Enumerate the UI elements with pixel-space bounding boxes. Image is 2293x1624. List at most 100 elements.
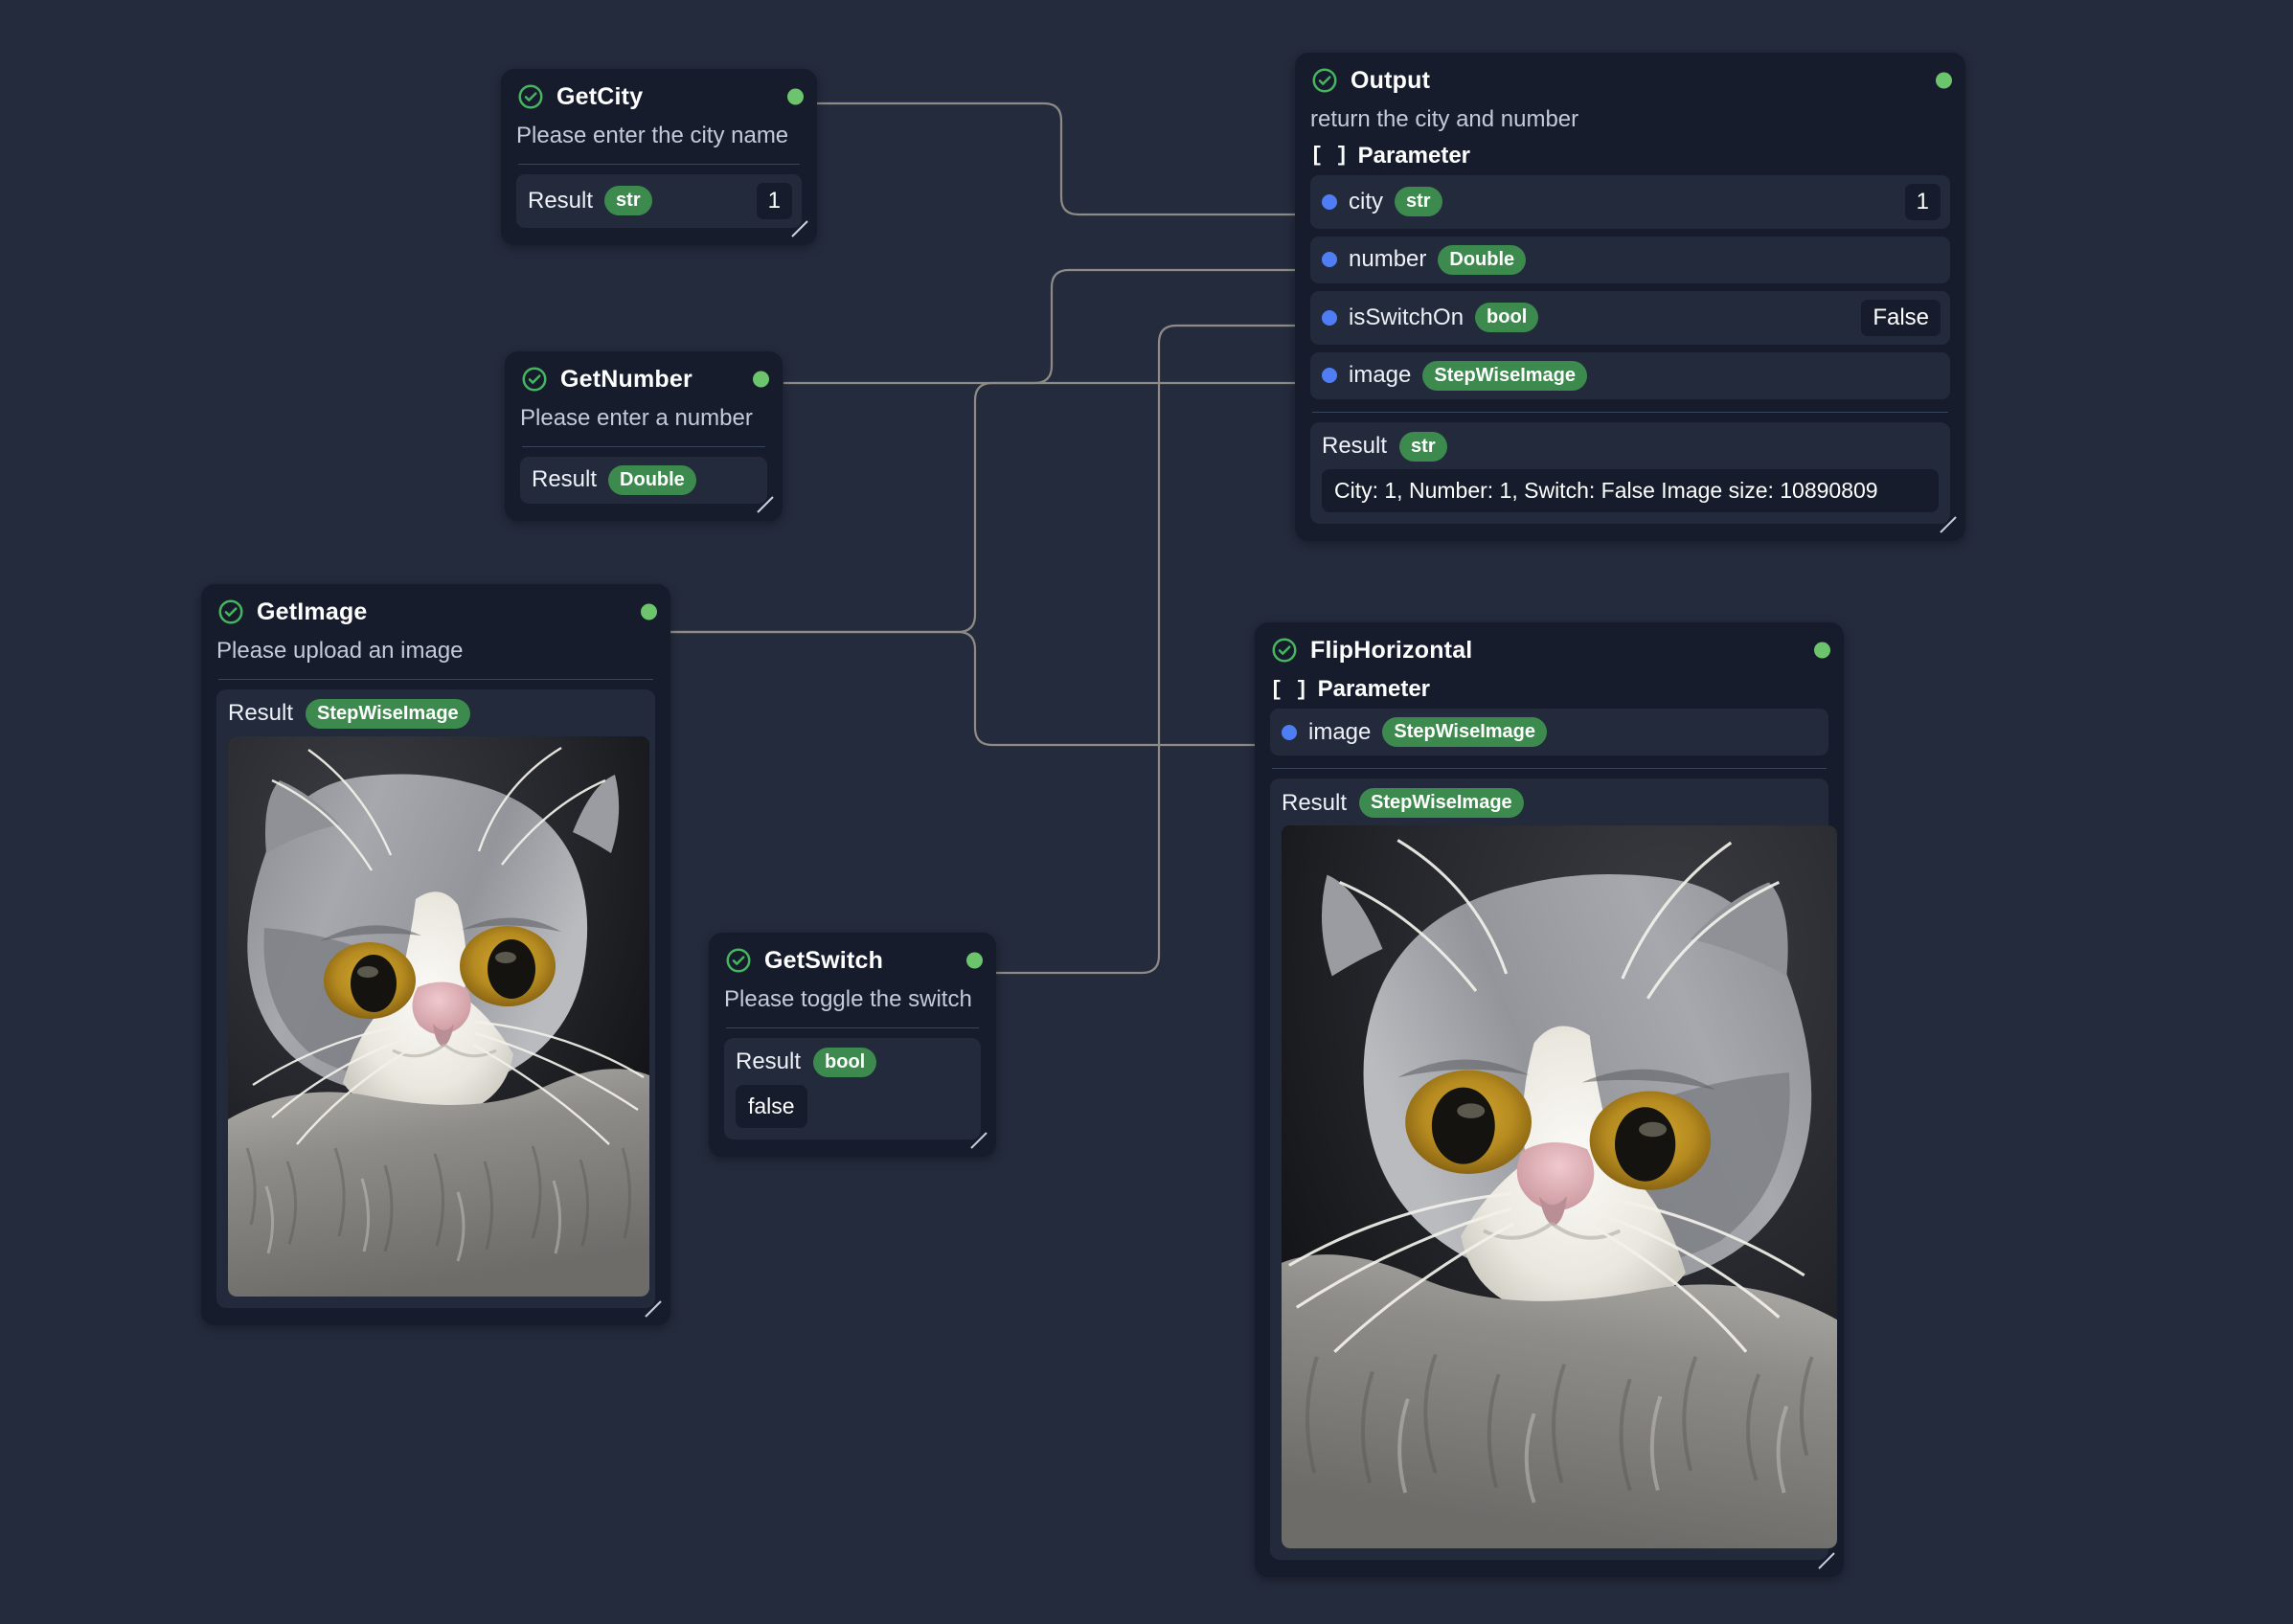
input-port-dot[interactable] — [1322, 193, 1337, 210]
node-description: Please enter the city name — [516, 123, 789, 148]
node-title: GetNumber — [560, 365, 692, 393]
parameter-row[interactable]: isSwitchOn bool False — [1310, 290, 1950, 345]
check-circle-icon — [726, 948, 751, 973]
parameter-section-header: [ ] Parameter — [1270, 676, 1828, 703]
output-port-dot[interactable] — [966, 952, 983, 969]
parameter-value: False — [1861, 299, 1941, 336]
result-value: false — [736, 1084, 807, 1128]
node-header: GetCity — [516, 82, 804, 111]
parameter-row[interactable]: city str 1 — [1310, 174, 1950, 229]
node-header: FlipHorizontal — [1270, 636, 1830, 665]
node-header: Output — [1310, 66, 1952, 95]
parameter-name: isSwitchOn — [1349, 304, 1464, 330]
divider — [218, 678, 653, 680]
result-header: Result bool — [736, 1047, 969, 1077]
output-port-dot[interactable] — [641, 603, 657, 620]
type-badge: StepWiseImage — [1359, 788, 1524, 818]
resize-grip-icon[interactable] — [968, 1130, 989, 1151]
resize-grip-icon[interactable] — [755, 494, 776, 515]
output-port-dot[interactable] — [753, 371, 769, 388]
parameter-row[interactable]: number Double — [1310, 236, 1950, 283]
resize-grip-icon[interactable] — [1938, 514, 1959, 535]
resize-grip-icon[interactable] — [1816, 1550, 1837, 1571]
result-row: Result StepWiseImage — [1270, 778, 1837, 1560]
node-title: GetSwitch — [764, 946, 884, 974]
check-circle-icon — [518, 84, 543, 109]
check-circle-icon — [1272, 638, 1297, 663]
node-description: return the city and number — [1310, 106, 1579, 132]
parameter-name: image — [1349, 362, 1412, 389]
parameter-label: Parameter — [1317, 676, 1431, 702]
check-circle-icon — [1312, 68, 1337, 93]
parameter-label: Parameter — [1357, 142, 1471, 169]
check-circle-icon — [522, 367, 547, 392]
result-image-preview[interactable] — [228, 735, 649, 1297]
result-header: Result StepWiseImage — [228, 698, 644, 729]
resize-grip-icon[interactable] — [789, 218, 810, 239]
input-port-dot[interactable] — [1322, 252, 1337, 268]
node-description: Please toggle the switch — [724, 986, 972, 1012]
result-value: 1 — [756, 182, 792, 219]
result-value: City: 1, Number: 1, Switch: False Image … — [1322, 468, 1939, 512]
result-row: Result str 1 — [516, 173, 802, 228]
type-badge: StepWiseImage — [1382, 717, 1548, 747]
input-port-dot[interactable] — [1282, 724, 1297, 740]
result-label: Result — [1282, 789, 1348, 816]
result-image-preview[interactable] — [1282, 825, 1837, 1548]
result-header: Result StepWiseImage — [1282, 788, 1817, 818]
output-port-dot[interactable] — [1936, 72, 1952, 89]
parameter-name: city — [1349, 188, 1383, 214]
divider — [522, 445, 765, 447]
result-label: Result — [528, 187, 594, 214]
type-badge: Double — [608, 464, 696, 495]
node-header: GetNumber — [520, 365, 769, 394]
type-badge: bool — [813, 1047, 877, 1077]
workflow-canvas[interactable]: GetCity Please enter the city name Resul… — [0, 0, 2293, 1624]
parameter-value: 1 — [1904, 183, 1941, 220]
node-getimage[interactable]: GetImage Please upload an image Result S… — [201, 584, 670, 1325]
node-header: GetSwitch — [724, 946, 983, 975]
node-getnumber[interactable]: GetNumber Please enter a number Result D… — [505, 351, 783, 521]
parameter-name: number — [1349, 246, 1427, 273]
result-row: Result StepWiseImage — [216, 688, 655, 1308]
type-badge: str — [1395, 187, 1442, 217]
node-fliphorizontal[interactable]: FlipHorizontal [ ] Parameter image StepW… — [1255, 622, 1844, 1577]
type-badge: Double — [1438, 244, 1527, 275]
input-port-dot[interactable] — [1322, 309, 1337, 326]
output-port-dot[interactable] — [1814, 642, 1830, 659]
type-badge: StepWiseImage — [1422, 360, 1588, 391]
node-getcity[interactable]: GetCity Please enter the city name Resul… — [501, 69, 817, 245]
result-row: Result bool false — [724, 1037, 981, 1139]
result-label: Result — [228, 700, 294, 727]
type-badge: str — [1399, 431, 1447, 462]
node-description: Please upload an image — [216, 638, 464, 664]
parameter-row[interactable]: image StepWiseImage — [1310, 351, 1950, 399]
divider — [518, 163, 800, 165]
node-output[interactable]: Output return the city and number [ ] Pa… — [1295, 53, 1965, 541]
parameter-section-header: [ ] Parameter — [1310, 143, 1950, 169]
check-circle-icon — [218, 599, 243, 624]
result-row: Result str City: 1, Number: 1, Switch: F… — [1310, 421, 1950, 524]
type-badge: bool — [1475, 303, 1539, 333]
type-badge: str — [604, 186, 652, 216]
node-title: GetImage — [257, 598, 368, 625]
output-port-dot[interactable] — [787, 88, 804, 105]
divider — [1272, 768, 1827, 769]
divider — [726, 1026, 979, 1028]
brackets-icon: [ ] — [1310, 144, 1349, 169]
resize-grip-icon[interactable] — [643, 1298, 664, 1320]
type-badge: StepWiseImage — [306, 698, 470, 729]
result-label: Result — [532, 466, 598, 493]
parameter-name: image — [1308, 718, 1372, 745]
node-title: FlipHorizontal — [1310, 636, 1473, 664]
result-label: Result — [736, 1049, 802, 1075]
result-row: Result Double — [520, 456, 767, 504]
node-header: GetImage — [216, 598, 657, 626]
brackets-icon: [ ] — [1270, 677, 1308, 702]
node-title: GetCity — [556, 82, 644, 110]
parameter-row[interactable]: image StepWiseImage — [1270, 709, 1828, 756]
node-getswitch[interactable]: GetSwitch Please toggle the switch Resul… — [709, 933, 996, 1157]
result-header: Result str — [1322, 431, 1939, 462]
input-port-dot[interactable] — [1322, 368, 1337, 384]
divider — [1312, 411, 1948, 413]
